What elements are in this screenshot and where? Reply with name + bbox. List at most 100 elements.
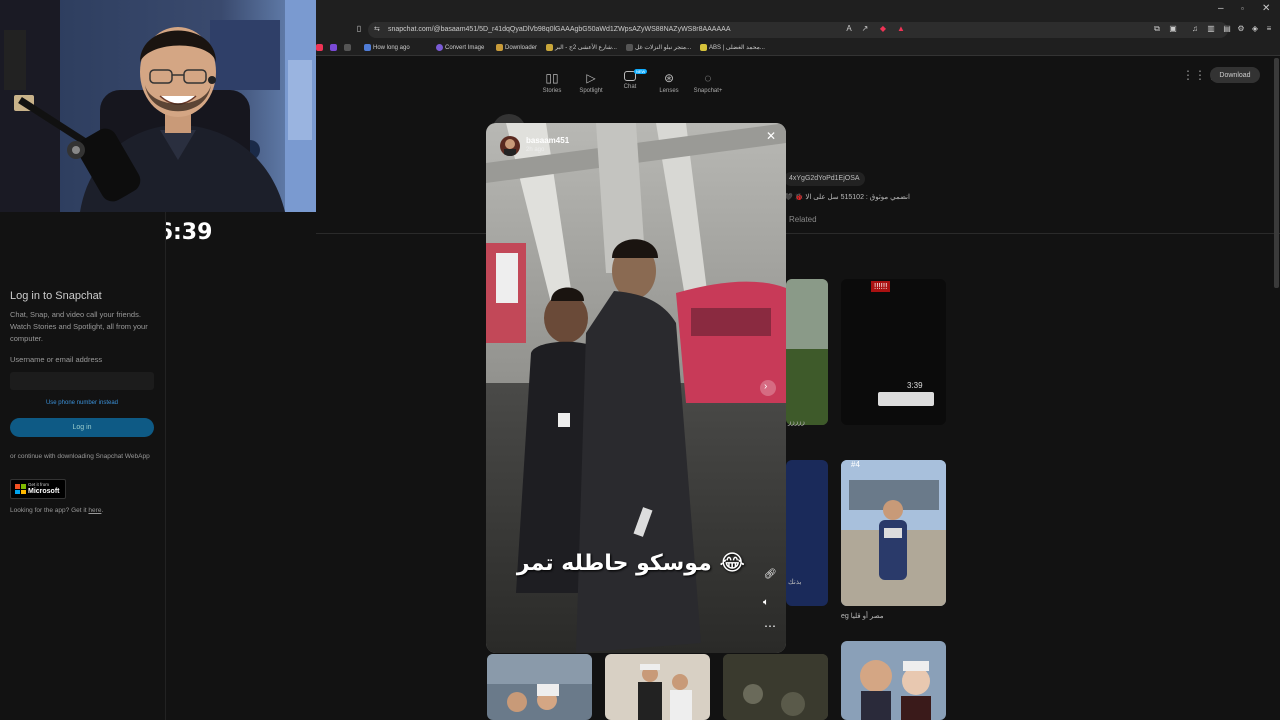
thumb-caption: بذنك [788, 579, 802, 586]
spotlight-thumb[interactable] [487, 654, 592, 720]
vpn-icon[interactable]: ◈ [1250, 24, 1260, 34]
bookmark-item[interactable]: Downloader [496, 42, 537, 54]
story-time: 2h ago [526, 147, 545, 153]
link-icon[interactable]: 🔗︎ [764, 569, 777, 580]
url-text: snapchat.com/@basaam451/5D_r41dqQyaDlVb9… [388, 26, 731, 33]
close-icon[interactable]: ✕ [766, 129, 776, 143]
use-phone-link[interactable]: Use phone number instead [10, 400, 154, 406]
stories-icon: ▯▯ [545, 71, 559, 85]
thumb-overlay-card [878, 392, 934, 406]
nav-label: Snapchat+ [693, 88, 723, 94]
bookmark-label: How long ago [373, 45, 410, 51]
nav-stories[interactable]: ▯▯ Stories [532, 71, 572, 94]
menu-icon[interactable]: ≡ [1264, 24, 1274, 34]
screenshot-icon[interactable]: ▣ [1168, 24, 1178, 34]
nav-snapchat-plus[interactable]: ◌ Snapchat+ [688, 71, 728, 94]
ms-get-text: Get it from [28, 482, 50, 487]
nav-lenses[interactable]: ⊛ Lenses [649, 71, 689, 94]
login-title: Log in to Snapchat [10, 290, 102, 302]
bookmark-favicon[interactable] [344, 42, 353, 54]
nav-label: Lenses [659, 88, 679, 94]
translate-icon[interactable]: A [844, 24, 854, 34]
bookmark-label: متجر نبلو النزلات غل... [635, 45, 692, 51]
bookmark-label: شارع الأعشى 2ج - البر... [555, 45, 617, 51]
snapchat-nav: ▯▯ Stories ▷ Spotlight Chat NEW ⊛ Lenses ◌ S… [530, 63, 730, 94]
microsoft-store-badge[interactable]: Get it from Microsoft [10, 479, 66, 499]
bookmark-label: ABS | محمد الغضلى... [709, 45, 765, 51]
page-scrollbar[interactable] [1274, 58, 1279, 288]
bookmark-item[interactable]: Convert Image [436, 42, 484, 54]
story-username[interactable]: basaam451 [526, 136, 569, 145]
tab-related[interactable]: Related [789, 215, 817, 224]
media-icon[interactable]: ♫ [1190, 24, 1200, 34]
map-icon [546, 43, 553, 51]
address-bar-row: ▯ ⇆ snapchat.com/@basaam451/5D_r41dqQyaD… [316, 20, 1280, 40]
convert-icon [436, 43, 443, 51]
brave-shield-icon[interactable]: ◆ [878, 24, 888, 34]
restore-icon[interactable]: ▫ [1241, 3, 1244, 15]
webcam-overlay [0, 0, 316, 212]
spotlight-thumb[interactable] [723, 654, 828, 720]
bookmarks-bar: How long ago Convert Image Downloader شا… [316, 40, 1280, 56]
bookmark-item[interactable]: شارع الأعشى 2ج - البر... [546, 42, 617, 54]
nav-label: Spotlight [579, 88, 603, 94]
username-input[interactable] [10, 372, 154, 390]
story-caption: موسكو حاطله تمر 😂 [516, 551, 746, 576]
bookmark-icon[interactable]: ▯ [354, 24, 364, 34]
thumb-time: 3:39 [907, 381, 923, 390]
share-icon[interactable]: ↗ [860, 24, 870, 34]
bookmark-favicon[interactable] [316, 42, 325, 54]
site-info-icon[interactable]: ⇆ [374, 22, 380, 38]
microsoft-logo-icon [15, 484, 26, 494]
nav-spotlight[interactable]: ▷ Spotlight [571, 71, 611, 94]
settings-icon[interactable]: ⚙ [1236, 24, 1246, 34]
login-button[interactable]: Log in [10, 418, 154, 437]
story-user-avatar[interactable] [500, 136, 520, 156]
bookmark-label: Convert Image [445, 45, 485, 51]
nav-label: Chat [623, 84, 637, 90]
get-app-label: Looking for the app? Get it [10, 507, 87, 514]
rewards-icon[interactable]: ▲ [896, 24, 906, 34]
lenses-icon: ⊛ [663, 71, 675, 85]
sidebar-icon[interactable]: ▥ [1206, 24, 1216, 34]
extensions-icon[interactable]: ⧉ [1152, 24, 1162, 34]
divider [316, 233, 1280, 234]
bookmark-item[interactable]: How long ago [364, 42, 410, 54]
abs-icon [700, 43, 707, 51]
nav-label: Stories [542, 88, 562, 94]
url-field[interactable]: ⇆ snapchat.com/@basaam451/5D_r41dqQyaDlV… [368, 22, 1228, 38]
next-arrow-icon[interactable]: › [764, 381, 767, 392]
link-icon [364, 43, 371, 51]
more-options-icon[interactable]: ⋯ [764, 619, 776, 633]
spotlight-thumb[interactable]: #4 [841, 460, 946, 606]
spotlight-icon: ▷ [586, 71, 596, 85]
download-button[interactable]: Download [1210, 67, 1260, 83]
spotlight-thumb[interactable]: !!!!!! 3:39 [841, 279, 946, 425]
new-badge: NEW [634, 69, 648, 74]
bookmark-label: Downloader [505, 45, 538, 51]
bookmark-item[interactable]: متجر نبلو النزلات غل... [626, 42, 691, 54]
nav-chat[interactable]: Chat NEW [610, 69, 650, 90]
thumb-caption: !!!!!! [871, 281, 891, 292]
bookmark-favicon[interactable] [330, 42, 339, 54]
story-viewer-modal[interactable]: basaam451 2h ago ✕ موسكو حاطله تمر 😂 🔗︎ … [486, 123, 786, 653]
volume-icon[interactable]: 🔈︎ [763, 597, 769, 608]
store-icon [626, 43, 633, 51]
snapchat-plus-icon: ◌ [704, 71, 712, 85]
profile-bio: 🖤 🐞 انضمي موثوق : 515102 سل على الا [784, 194, 910, 201]
thumb-caption: eg مصر أو قليا [841, 613, 884, 620]
profile-id-chip[interactable]: 4xYgG2dYoPd1EjOSA [784, 172, 865, 186]
bookmark-item[interactable]: ABS | محمد الغضلى... [700, 42, 765, 54]
login-sidebar [0, 212, 166, 720]
close-window-icon[interactable]: ✕ [1262, 3, 1270, 15]
spotlight-thumb[interactable] [841, 641, 946, 720]
webapp-text: or continue with downloading Snapchat We… [10, 453, 150, 460]
get-app-link[interactable]: here [88, 507, 101, 514]
ms-name-text: Microsoft [28, 488, 60, 495]
spotlight-thumb[interactable] [605, 654, 710, 720]
get-app-text: Looking for the app? Get it here. [10, 507, 104, 514]
login-subtitle: Chat, Snap, and video call your friends.… [10, 310, 148, 343]
spotlight-thumb[interactable] [786, 279, 828, 425]
wallet-icon[interactable]: ▤ [1222, 24, 1232, 34]
minimize-icon[interactable]: – [1218, 3, 1224, 15]
